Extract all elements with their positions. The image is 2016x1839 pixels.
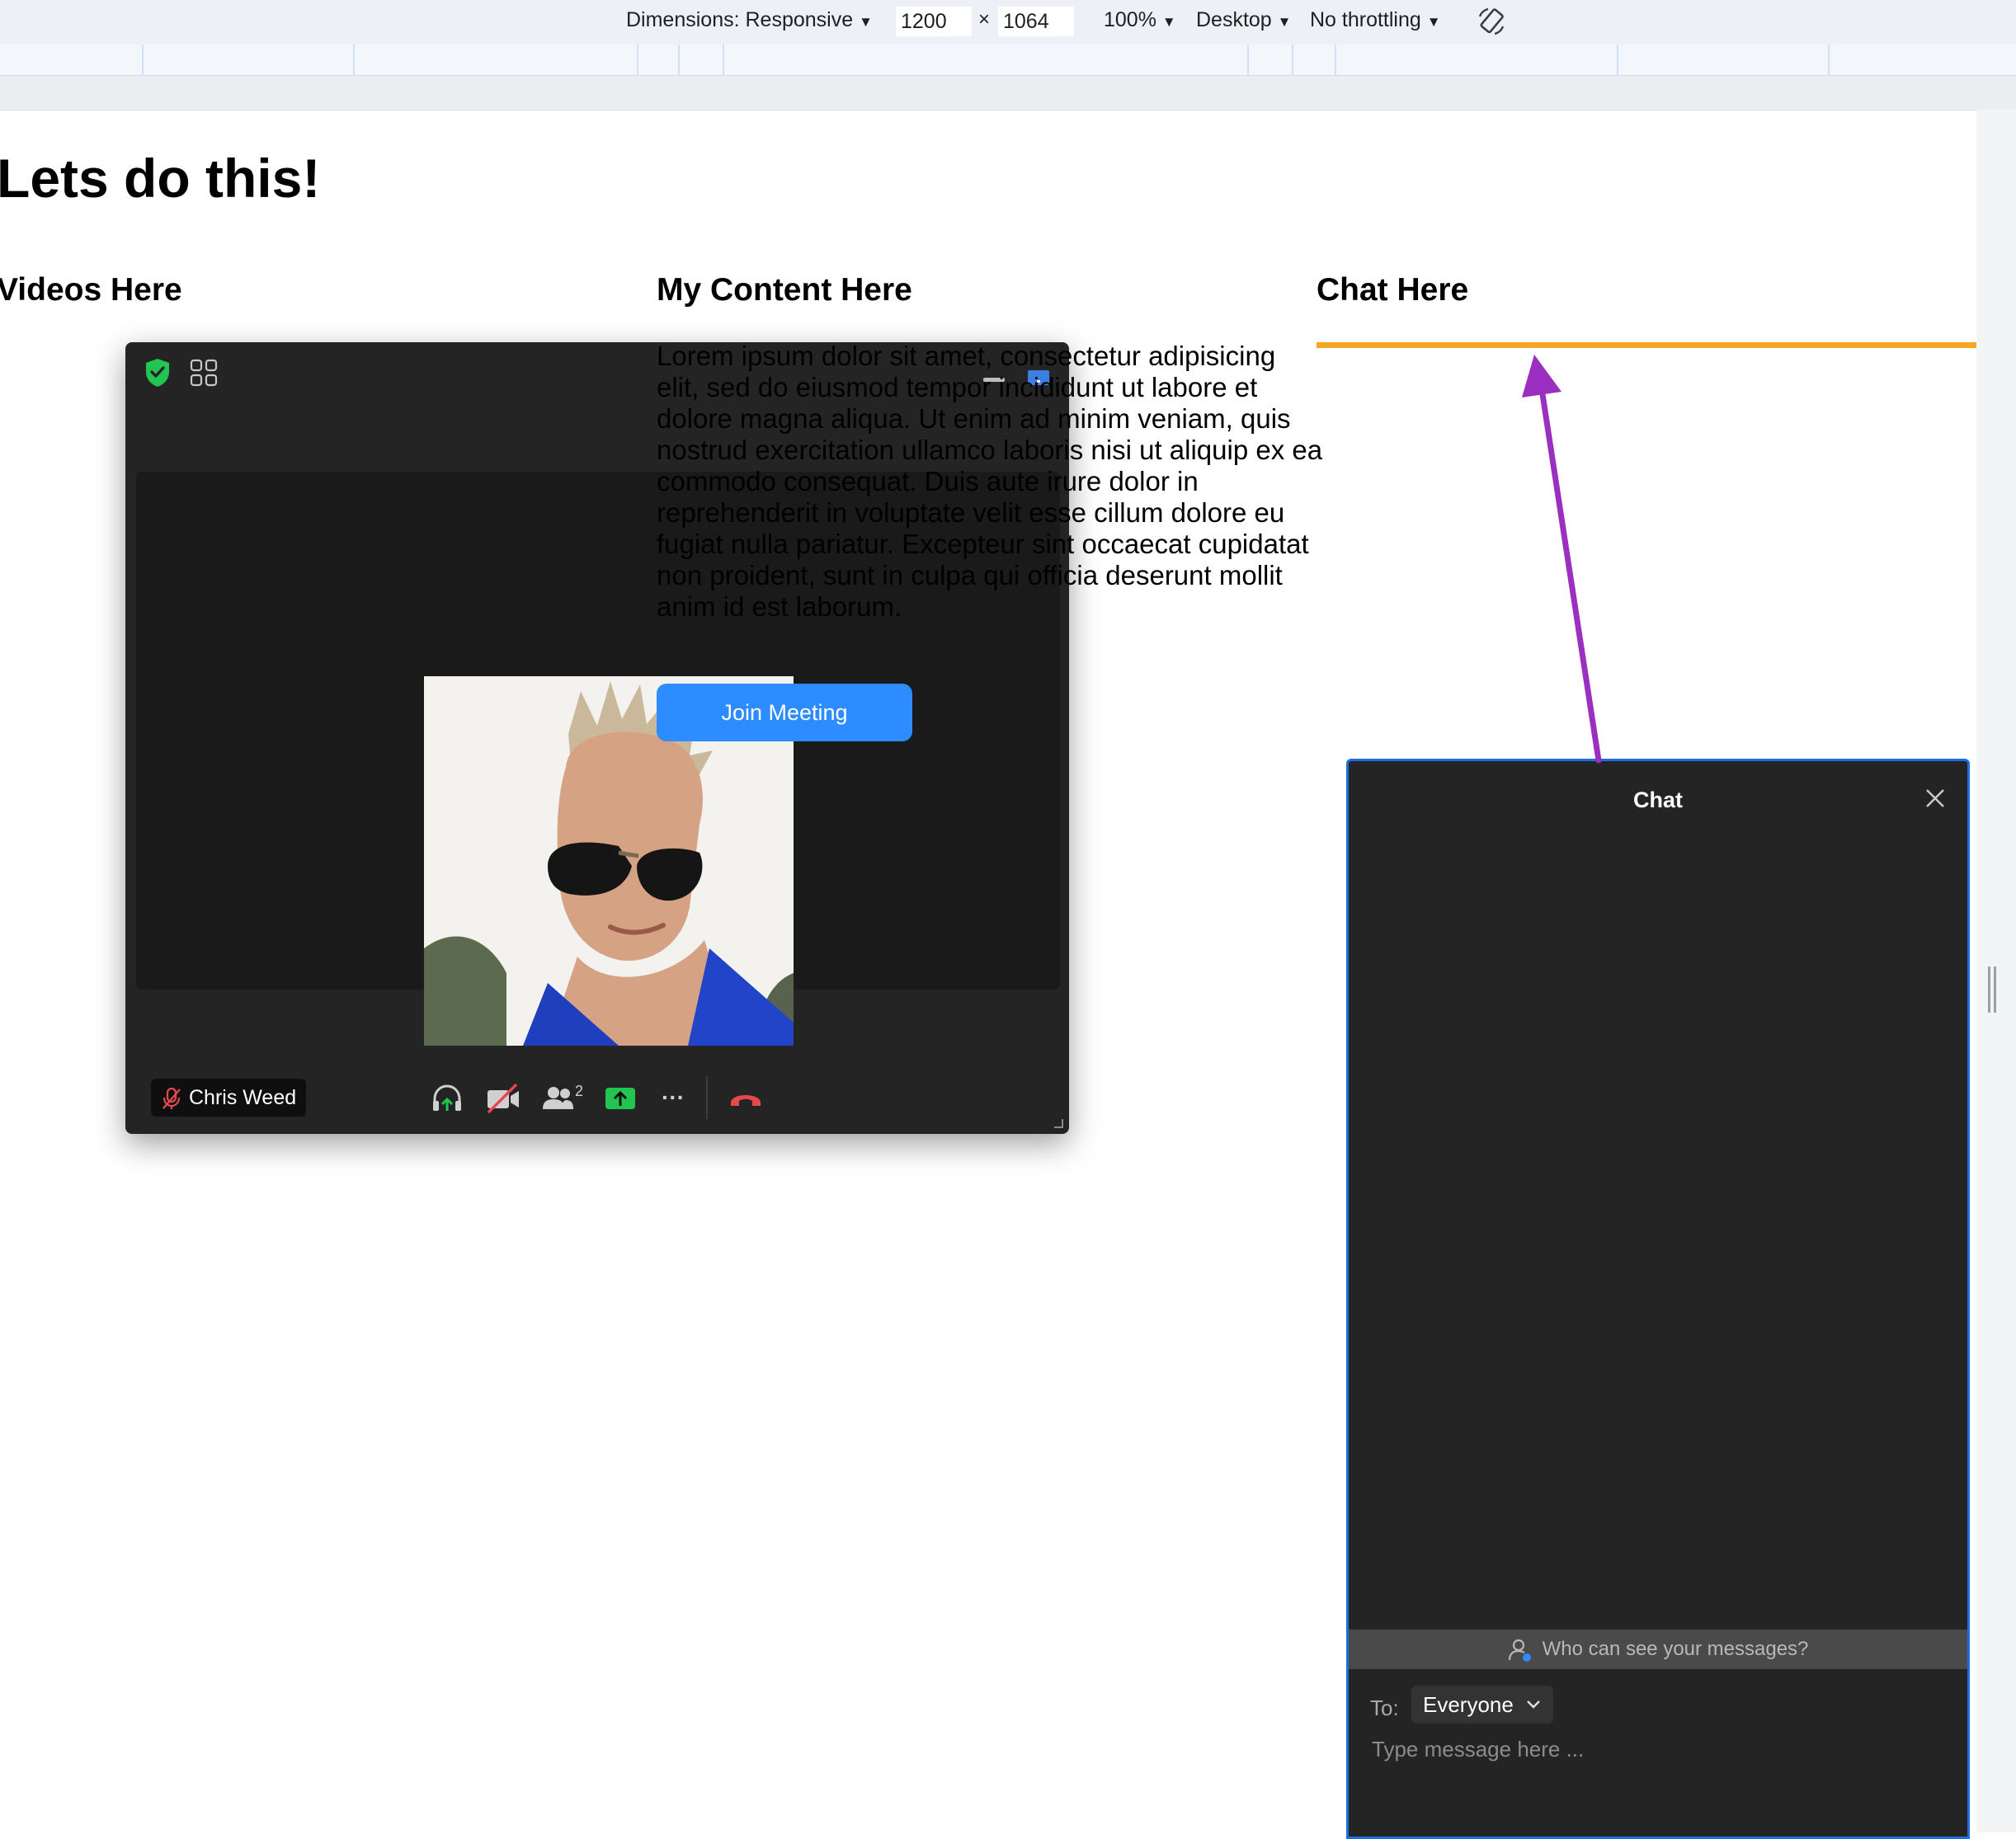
- content-paragraph: Lorem ipsum dolor sit amet, consectetur …: [657, 341, 1323, 622]
- more-icon[interactable]: ···: [662, 1084, 685, 1111]
- ruler-tick: [637, 45, 638, 75]
- participant-name: Chris Weed: [189, 1086, 297, 1109]
- dimensions-dropdown[interactable]: Dimensions: Responsive ▼: [626, 8, 873, 32]
- participants-count: 2: [575, 1083, 584, 1099]
- media-query-ruler[interactable]: [0, 45, 2016, 76]
- message-input[interactable]: [1370, 1730, 1934, 1768]
- gallery-grid-icon[interactable]: [190, 359, 218, 387]
- page-title: Lets do this!: [0, 148, 321, 209]
- videos-heading: Videos Here: [0, 272, 182, 308]
- ruler-tick: [1617, 45, 1618, 75]
- ruler-tick: [1828, 45, 1830, 75]
- device-dropdown[interactable]: Desktop ▼: [1196, 8, 1292, 32]
- toolbar-divider: [706, 1076, 708, 1119]
- zoom-label: 100%: [1104, 8, 1156, 31]
- ruler-tick: [142, 45, 144, 75]
- mic-muted-icon: [163, 1088, 181, 1110]
- chat-accent-line: [1317, 342, 1976, 348]
- zoom-dropdown[interactable]: 100% ▼: [1104, 8, 1176, 32]
- window-resize-grip[interactable]: [1053, 1117, 1064, 1129]
- ruler-tick: [1292, 45, 1293, 75]
- times-icon: ×: [978, 8, 991, 31]
- ruler-tick: [1335, 45, 1336, 75]
- ruler-band: [0, 76, 2016, 111]
- visibility-text: Who can see your messages?: [1542, 1638, 1809, 1660]
- content-heading: My Content Here: [657, 272, 912, 308]
- caret-down-icon: ▼: [1277, 14, 1292, 30]
- chat-panel[interactable]: Chat Who can see your messages? To: Ever…: [1346, 759, 1970, 1839]
- ruler-tick: [353, 45, 355, 75]
- chat-title: Chat: [1633, 788, 1683, 812]
- shield-check-icon[interactable]: [144, 357, 172, 388]
- participant-name-tag: Chris Weed: [151, 1079, 307, 1117]
- throttling-label: No throttling: [1310, 8, 1421, 31]
- person-visibility-icon: [1508, 1639, 1531, 1662]
- viewport-resize-handle[interactable]: [1988, 967, 1998, 1013]
- message-visibility-bar[interactable]: Who can see your messages?: [1349, 1630, 1967, 1669]
- recipient-dropdown[interactable]: Everyone: [1411, 1686, 1553, 1724]
- join-meeting-button[interactable]: Join Meeting: [657, 684, 912, 741]
- chevron-down-icon: [1526, 1700, 1540, 1709]
- chat-heading: Chat Here: [1317, 272, 1469, 308]
- device-label: Desktop: [1196, 8, 1272, 31]
- ruler-tick: [678, 45, 680, 75]
- rotate-icon[interactable]: [1475, 5, 1508, 38]
- leave-call-icon[interactable]: [728, 1088, 764, 1111]
- caret-down-icon: ▼: [1161, 14, 1176, 30]
- throttling-dropdown[interactable]: No throttling ▼: [1310, 8, 1441, 32]
- to-label: To:: [1370, 1696, 1399, 1720]
- device-toolbar: Dimensions: Responsive ▼ 1200 × 1064 100…: [0, 0, 2016, 45]
- width-input[interactable]: 1200: [896, 7, 972, 36]
- headphones-icon[interactable]: [431, 1083, 464, 1114]
- ruler-tick: [1247, 45, 1249, 75]
- video-off-icon[interactable]: [485, 1083, 521, 1114]
- dimensions-label: Dimensions: Responsive: [626, 8, 854, 31]
- share-screen-icon[interactable]: [604, 1083, 637, 1114]
- caret-down-icon: ▼: [1426, 14, 1441, 30]
- close-icon[interactable]: [1923, 786, 1948, 811]
- ruler-tick: [723, 45, 724, 75]
- recipient-value: Everyone: [1423, 1692, 1514, 1717]
- caret-down-icon: ▼: [859, 14, 873, 30]
- height-input[interactable]: 1064: [998, 7, 1074, 36]
